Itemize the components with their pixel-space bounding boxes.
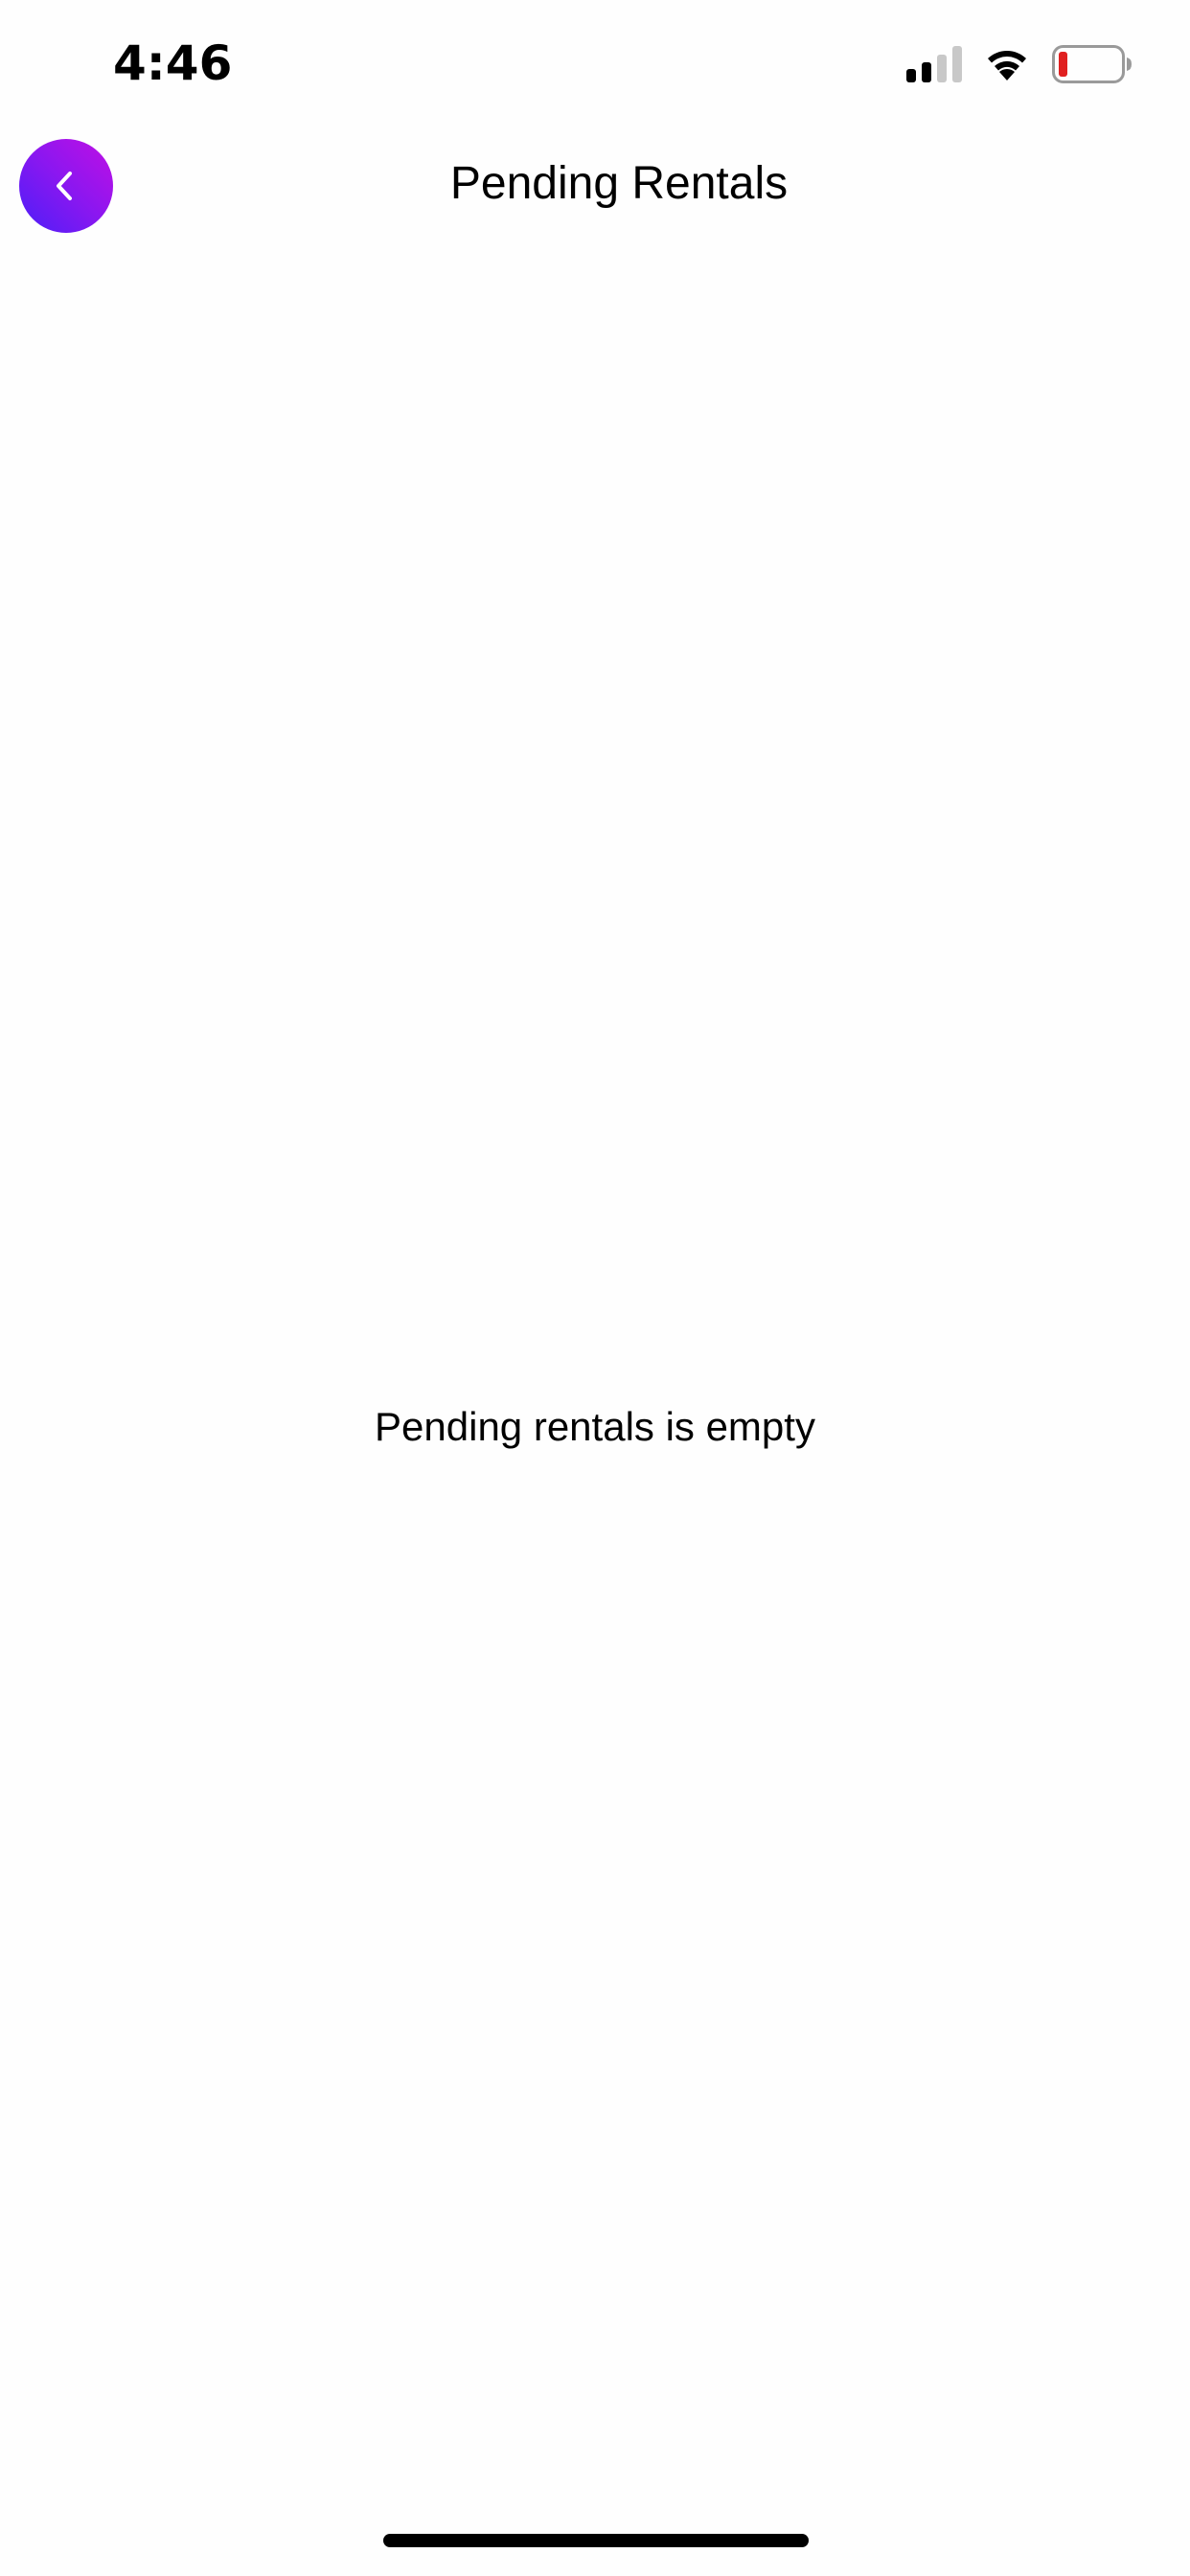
status-time: 4:46 (113, 35, 233, 91)
battery-icon (1052, 45, 1133, 83)
empty-state-message: Pending rentals is empty (375, 1404, 815, 1449)
wifi-icon (983, 46, 1031, 82)
cellular-signal-icon (906, 46, 962, 82)
status-icons (906, 42, 1133, 86)
screen: 4:46 Pending Rentals Pending rentals is … (0, 0, 1190, 2576)
status-bar: 4:46 (0, 0, 1190, 126)
home-indicator[interactable] (383, 2534, 809, 2547)
header: Pending Rentals (0, 126, 1190, 242)
page-title: Pending Rentals (449, 158, 789, 209)
